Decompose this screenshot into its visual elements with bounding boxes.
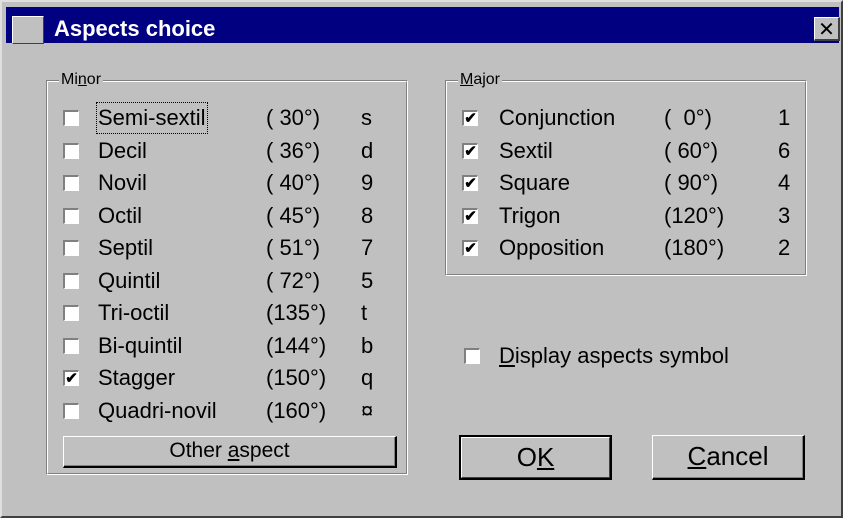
- aspect-label: Sextil: [499, 137, 553, 163]
- aspect-angle: ( 40°): [266, 170, 321, 195]
- aspect-shortcut: b: [361, 332, 374, 358]
- aspect-angle: ( 72°): [266, 267, 321, 293]
- aspect-label: Quintil: [98, 267, 161, 293]
- major-list: ✔ Conjunction ( 0°) 1 ✔ Sextil ( 60°) 6 ✔ Square (…: [445, 102, 807, 267]
- window-title: Aspects choice: [54, 16, 216, 41]
- aspect-label: Opposition: [499, 235, 605, 260]
- major-item-square[interactable]: ✔ Square ( 90°) 4: [445, 167, 807, 199]
- aspect-angle: (120°): [664, 202, 725, 228]
- aspect-shortcut: 9: [361, 170, 374, 195]
- aspect-label: Octil: [98, 202, 142, 228]
- checkbox[interactable]: [63, 207, 79, 224]
- aspect-angle: ( 90°): [664, 170, 719, 195]
- aspect-shortcut: d: [361, 137, 374, 163]
- minor-item-tri-octil[interactable]: Tri-octil (135°) t: [46, 297, 408, 329]
- checkbox[interactable]: [63, 272, 79, 289]
- aspect-angle: (135°): [266, 300, 327, 325]
- checkbox[interactable]: ✔: [462, 240, 478, 256]
- aspect-label: Bi-quintil: [98, 332, 183, 358]
- check-icon: ✔: [464, 240, 477, 257]
- major-item-sextil[interactable]: ✔ Sextil ( 60°) 6: [445, 135, 807, 167]
- aspect-shortcut: ¤: [361, 397, 374, 423]
- display-aspects-symbol-box[interactable]: [464, 348, 480, 364]
- checkbox[interactable]: [63, 305, 79, 321]
- minor-item-octil[interactable]: Octil ( 45°) 8: [46, 200, 408, 232]
- aspect-angle: ( 30°): [266, 105, 321, 130]
- major-legend: Major: [458, 71, 503, 89]
- aspect-shortcut: t: [361, 300, 368, 325]
- minor-item-quadri-novil[interactable]: Quadri-novil (160°) ¤: [46, 395, 408, 427]
- aspect-label: Semi-sextil: [96, 102, 208, 134]
- minor-item-decil[interactable]: Decil ( 36°) d: [46, 135, 408, 167]
- checkbox[interactable]: [63, 110, 79, 126]
- aspect-label: Stagger: [98, 365, 176, 390]
- aspect-label: Tri-octil: [98, 300, 170, 325]
- major-item-trigon[interactable]: ✔ Trigon (120°) 3: [445, 200, 807, 232]
- checkbox[interactable]: [63, 175, 79, 191]
- check-icon: ✔: [464, 142, 477, 160]
- aspect-angle: (144°): [266, 332, 327, 358]
- aspect-angle: (150°): [266, 365, 327, 390]
- minor-item-septil[interactable]: Septil ( 51°) 7: [46, 232, 408, 264]
- aspect-label: Septil: [98, 235, 154, 260]
- check-icon: ✔: [464, 175, 477, 192]
- major-item-conjunction[interactable]: ✔ Conjunction ( 0°) 1: [445, 102, 807, 134]
- aspect-label: Square: [499, 170, 570, 195]
- aspect-angle: ( 60°): [664, 137, 719, 163]
- aspect-shortcut: 6: [778, 137, 791, 163]
- close-icon: ✕: [818, 19, 835, 41]
- aspect-shortcut: 4: [778, 170, 791, 195]
- aspect-angle: ( 36°): [266, 137, 321, 163]
- aspect-label: Quadri-novil: [98, 397, 217, 423]
- aspect-label: Trigon: [499, 202, 561, 228]
- aspect-shortcut: s: [361, 105, 372, 130]
- major-item-opposition[interactable]: ✔ Opposition (180°) 2: [445, 232, 807, 264]
- aspect-shortcut: 8: [361, 202, 374, 228]
- minor-item-novil[interactable]: Novil ( 40°) 9: [46, 167, 408, 199]
- aspect-shortcut: 5: [361, 267, 374, 293]
- aspect-label: Novil: [98, 170, 147, 195]
- checkbox[interactable]: ✔: [462, 110, 478, 126]
- checkbox[interactable]: ✔: [462, 142, 478, 160]
- checkbox[interactable]: [63, 240, 79, 256]
- aspect-label: Conjunction: [499, 105, 616, 130]
- aspects-dialog: Aspects choice ✕ Minor Semi-sextil ( 30°)…: [0, 0, 843, 518]
- aspect-angle: (180°): [664, 235, 725, 260]
- checkbox[interactable]: ✔: [462, 207, 478, 225]
- minor-item-quintil[interactable]: Quintil ( 72°) 5: [46, 265, 408, 297]
- aspect-shortcut: 2: [778, 235, 791, 260]
- ok-button[interactable]: OK: [459, 435, 612, 480]
- aspect-angle: ( 51°): [266, 235, 321, 260]
- minor-legend: Minor: [59, 71, 104, 89]
- close-button[interactable]: ✕: [814, 17, 840, 41]
- checkbox[interactable]: [63, 402, 79, 419]
- aspect-shortcut: 7: [361, 235, 374, 260]
- aspect-shortcut: q: [361, 365, 374, 390]
- aspect-shortcut: 1: [778, 105, 791, 130]
- aspect-angle: ( 0°): [664, 105, 712, 130]
- checkbox[interactable]: ✔: [462, 175, 478, 191]
- check-icon: ✔: [464, 207, 477, 225]
- aspect-label: Decil: [98, 137, 147, 163]
- minor-list: Semi-sextil ( 30°) s Decil ( 36°) d Novil ( 40°…: [46, 102, 408, 427]
- minor-item-semi-sextil[interactable]: Semi-sextil ( 30°) s: [46, 102, 408, 134]
- display-aspects-symbol-label: Display aspects symbol: [499, 343, 729, 368]
- check-icon: ✔: [65, 370, 78, 387]
- checkbox[interactable]: [63, 142, 79, 159]
- other-aspect-button[interactable]: Other aspect: [63, 436, 397, 468]
- cancel-button[interactable]: Cancel: [652, 435, 805, 480]
- checkbox[interactable]: ✔: [63, 370, 79, 386]
- system-menu-icon[interactable]: [12, 16, 44, 44]
- display-aspects-symbol-checkbox[interactable]: Display aspects symbol: [459, 340, 799, 372]
- minor-item-stagger[interactable]: ✔ Stagger (150°) q: [46, 362, 408, 394]
- aspect-angle: ( 45°): [266, 202, 321, 228]
- minor-item-bi-quintil[interactable]: Bi-quintil (144°) b: [46, 330, 408, 362]
- check-icon: ✔: [464, 110, 477, 127]
- aspect-shortcut: 3: [778, 202, 791, 228]
- checkbox[interactable]: [63, 337, 79, 354]
- aspect-angle: (160°): [266, 397, 327, 423]
